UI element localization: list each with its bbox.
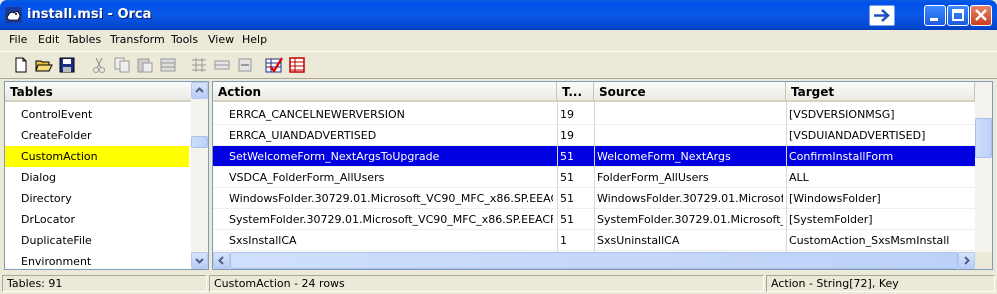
status-column-info: Action - String[72], Key (766, 275, 995, 292)
drop-row-icon[interactable] (236, 56, 254, 74)
cell-source[interactable]: WindowsFolder.30729.01.Microsoft... (597, 192, 783, 205)
maximize-button[interactable] (947, 5, 969, 26)
orca-app-icon (5, 7, 22, 23)
menu-edit[interactable]: Edit (38, 33, 59, 46)
menu-file[interactable]: File (9, 33, 27, 46)
table-errors-icon[interactable] (288, 56, 306, 74)
tables-header[interactable]: Tables (5, 82, 208, 102)
grid-vertical-scrollbar[interactable] (975, 82, 992, 252)
cell-source[interactable]: SxsUninstallCA (597, 234, 783, 247)
chevron-up-icon (195, 87, 204, 93)
cell-action[interactable]: WindowsFolder.30729.01.Microsoft_VC90_MF… (229, 192, 553, 205)
cell-type[interactable]: 51 (560, 213, 592, 226)
add-table-icon[interactable] (190, 56, 208, 74)
scrollbar-corner (975, 252, 992, 269)
close-button[interactable] (970, 5, 992, 26)
tables-vertical-scrollbar[interactable] (191, 82, 208, 269)
table-item-duplicatefile[interactable]: DuplicateFile (5, 230, 189, 251)
chevron-right-icon (964, 256, 970, 265)
copy-icon[interactable] (113, 56, 131, 74)
column-header-target[interactable]: Target (786, 82, 975, 102)
cell-target[interactable]: CustomAction_SxsMsmInstall (789, 234, 973, 247)
add-row-icon[interactable] (213, 56, 231, 74)
table-item-controlevent[interactable]: ControlEvent (5, 104, 189, 125)
cell-source[interactable]: WelcomeForm_NextArgs (597, 150, 783, 163)
data-grid[interactable]: Action T... Source Target ERRCA_CANCELNE… (212, 81, 993, 270)
new-file-icon[interactable] (12, 56, 30, 74)
arrow-right-icon (874, 9, 890, 22)
paste-icon[interactable] (136, 56, 154, 74)
window-title: install.msi - Orca (27, 7, 152, 22)
cell-action[interactable]: SetWelcomeForm_NextArgsToUpgrade (229, 150, 553, 163)
cut-icon[interactable] (90, 56, 108, 74)
cell-target[interactable]: [SystemFolder] (789, 213, 973, 226)
cell-type[interactable]: 1 (560, 234, 592, 247)
scroll-down-button[interactable] (191, 252, 208, 269)
scroll-thumb[interactable] (191, 136, 208, 148)
minimize-button[interactable] (924, 5, 946, 26)
cell-action[interactable]: ERRCA_UIANDADVERTISED (229, 129, 553, 142)
scroll-thumb[interactable] (975, 118, 992, 158)
paste-rows-icon[interactable] (159, 56, 177, 74)
column-divider (786, 102, 787, 252)
table-item-createfolder[interactable]: CreateFolder (5, 125, 189, 146)
table-item-customaction[interactable]: CustomAction (5, 146, 189, 167)
column-divider (557, 102, 558, 252)
chevron-down-icon (195, 258, 204, 264)
scroll-thumb[interactable] (230, 252, 958, 269)
cell-source[interactable]: SystemFolder.30729.01.Microsoft_... (597, 213, 783, 226)
status-row-count: CustomAction - 24 rows (209, 275, 764, 292)
cell-type[interactable]: 51 (560, 150, 592, 163)
cell-type[interactable]: 51 (560, 171, 592, 184)
cell-action[interactable]: SystemFolder.30729.01.Microsoft_VC90_MFC… (229, 213, 553, 226)
close-icon (975, 9, 987, 21)
column-header-type[interactable]: T... (557, 82, 594, 102)
table-item-dialog[interactable]: Dialog (5, 167, 189, 188)
table-item-environment[interactable]: Environment (5, 251, 189, 269)
menu-view[interactable]: View (208, 33, 234, 46)
table-item-directory[interactable]: Directory (5, 188, 189, 209)
minimize-icon (930, 18, 938, 21)
maximize-icon (952, 9, 964, 21)
cell-target[interactable]: [VSDUIANDADVERTISED] (789, 129, 973, 142)
chevron-left-icon (218, 256, 224, 265)
menu-help[interactable]: Help (242, 33, 267, 46)
cell-action[interactable]: VSDCA_FolderForm_AllUsers (229, 171, 553, 184)
cell-target[interactable]: ALL (789, 171, 973, 184)
status-bar: Tables: 91 CustomAction - 24 rows Action… (0, 272, 997, 294)
scroll-up-button[interactable] (191, 82, 208, 99)
go-arrow-button[interactable] (869, 5, 895, 26)
cell-target[interactable]: [VSDVERSIONMSG] (789, 108, 973, 121)
column-header-action[interactable]: Action (213, 82, 557, 102)
menu-transform[interactable]: Transform (110, 33, 165, 46)
column-header-source[interactable]: Source (594, 82, 786, 102)
column-divider (594, 102, 595, 252)
title-bar[interactable]: install.msi - Orca (0, 0, 997, 30)
menu-tools[interactable]: Tools (171, 33, 198, 46)
validate-icon[interactable] (265, 56, 283, 74)
scroll-left-button[interactable] (213, 252, 230, 269)
cell-target[interactable]: [WindowsFolder] (789, 192, 973, 205)
scroll-right-button[interactable] (958, 252, 975, 269)
save-icon[interactable] (58, 56, 76, 74)
grid-horizontal-scrollbar[interactable] (213, 252, 975, 269)
cell-type[interactable]: 51 (560, 192, 592, 205)
tables-list[interactable]: Tables ControlEvent CreateFolder CustomA… (4, 81, 209, 270)
open-folder-icon[interactable] (35, 56, 53, 74)
cell-type[interactable]: 19 (560, 129, 592, 142)
toolbar (0, 51, 997, 79)
cell-type[interactable]: 19 (560, 108, 592, 121)
menu-bar: File Edit Tables Transform Tools View He… (0, 30, 997, 49)
table-item-drlocator[interactable]: DrLocator (5, 209, 189, 230)
status-table-count: Tables: 91 (2, 275, 207, 292)
cell-action[interactable]: ERRCA_CANCELNEWERVERSION (229, 108, 553, 121)
menu-tables[interactable]: Tables (67, 33, 101, 46)
cell-action[interactable]: SxsInstallCA (229, 234, 553, 247)
cell-source[interactable]: FolderForm_AllUsers (597, 171, 783, 184)
cell-target[interactable]: ConfirmInstallForm (789, 150, 973, 163)
